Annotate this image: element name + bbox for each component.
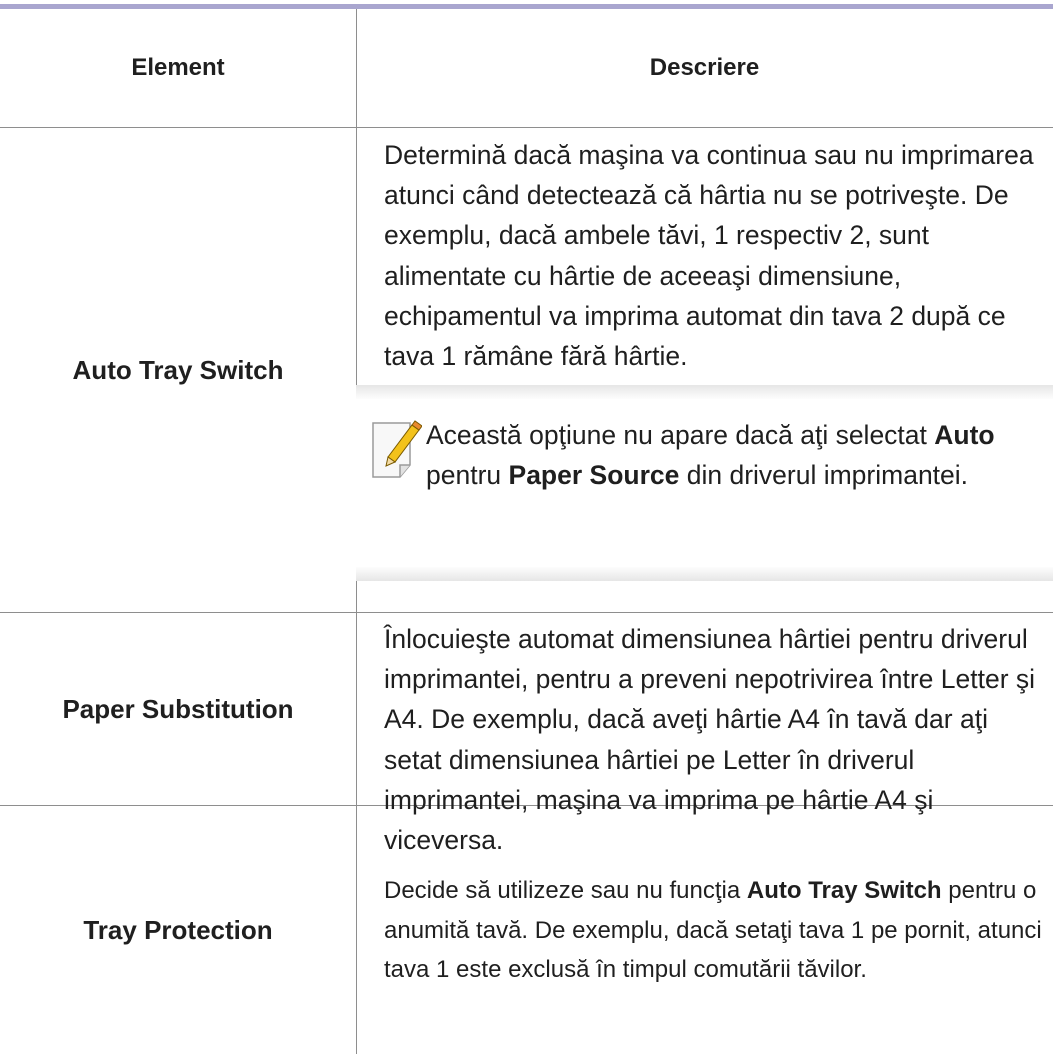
table-row-element: Tray Protection [83,914,273,945]
table-row-description: Înlocuieşte automat dimensiunea hârtiei … [384,624,1036,856]
table-row-description: Decide să utilizeze sau nu funcţia Auto … [384,877,1042,983]
table-row-description: Determină dacă maşina va continua sau nu… [384,140,1034,372]
note-box: Această opţiune nu apare dacă aţi select… [356,385,1053,581]
table-row-element: Paper Substitution [62,693,294,724]
table-row-element: Auto Tray Switch [72,354,284,385]
note-pencil-icon [372,420,422,478]
note-text: Această opţiune nu apare dacă aţi select… [426,420,995,491]
header-description: Descriere [649,54,760,81]
header-element: Element [131,54,225,81]
table-header-row: Element Descriere [0,9,1053,127]
